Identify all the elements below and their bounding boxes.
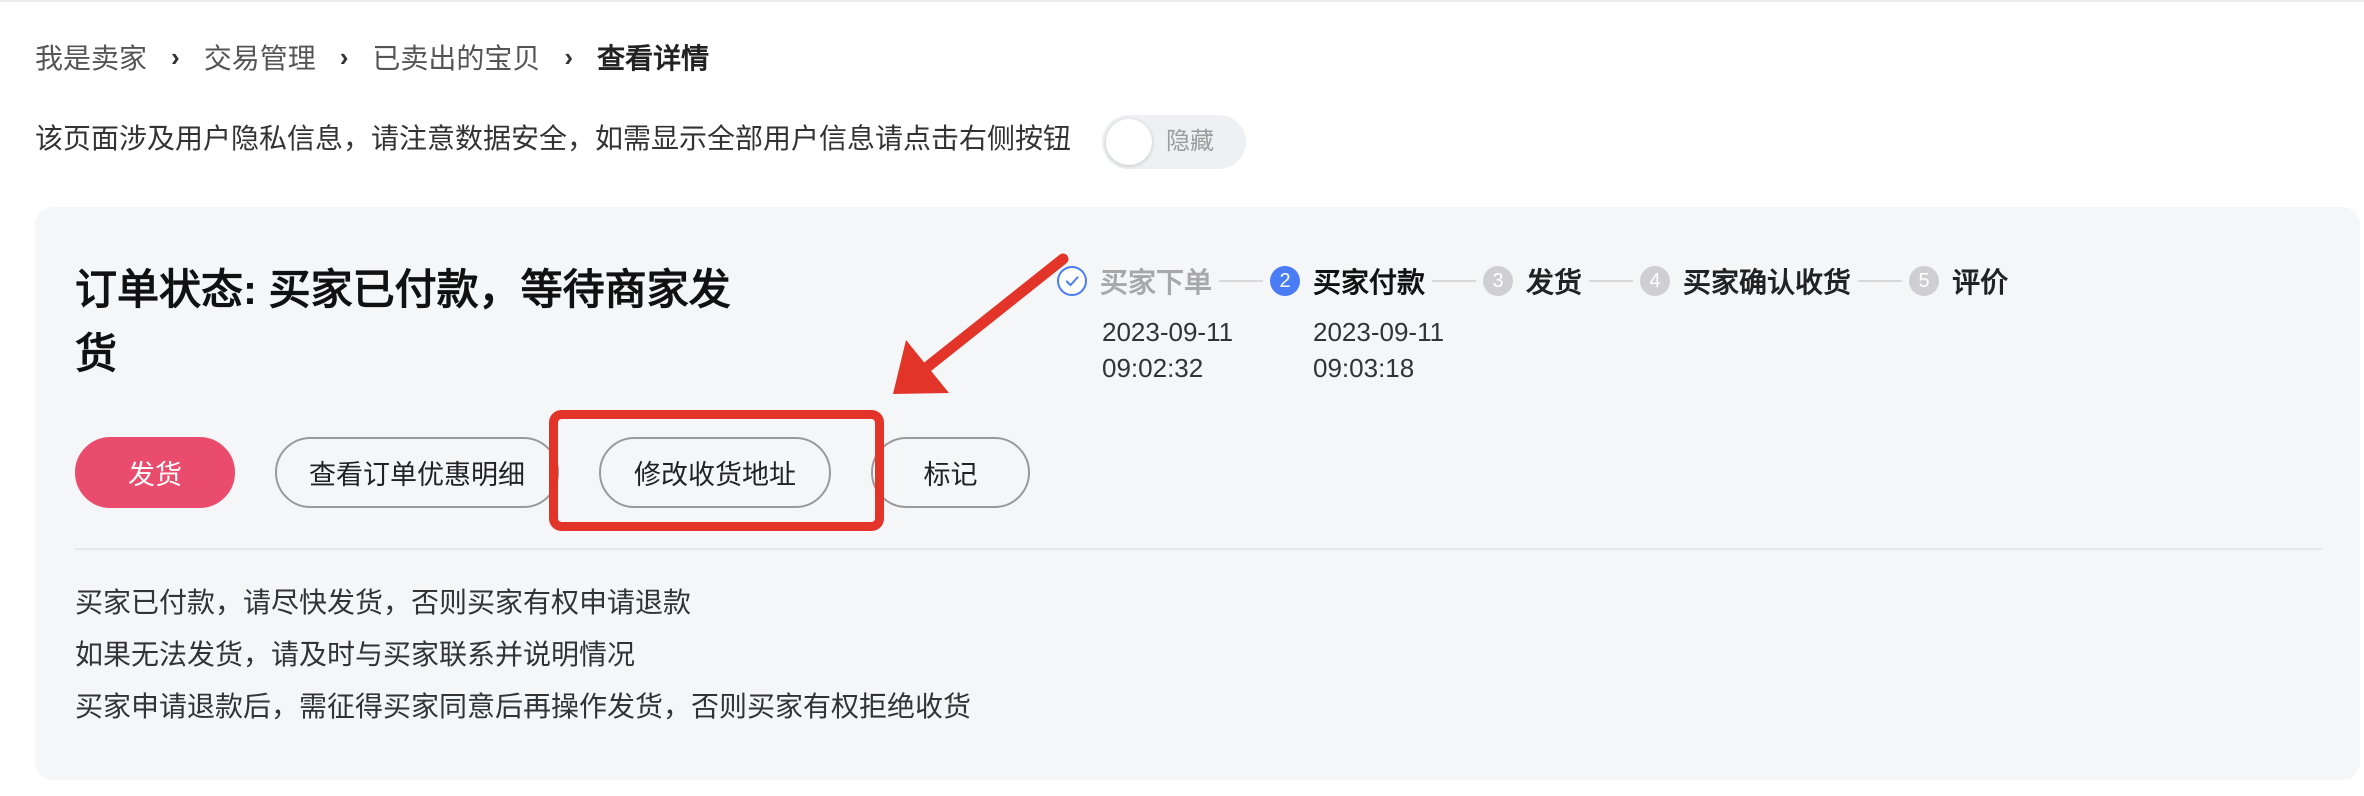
breadcrumb-item-trade-management[interactable]: 交易管理 [204, 37, 316, 77]
step-buyer-paid-timestamp: 2023-09-11 09:03:18 [1313, 314, 1444, 386]
divider [75, 548, 2322, 550]
step-date: 2023-09-11 [1102, 317, 1234, 347]
breadcrumb: 我是卖家 › 交易管理 › 已卖出的宝贝 › 查看详情 [35, 37, 709, 77]
view-discount-details-button[interactable]: 查看订单优惠明细 [275, 437, 559, 508]
step-number: 4 [1640, 266, 1671, 296]
note-line: 买家已付款，请尽快发货，否则买家有权申请退款 [75, 587, 692, 618]
breadcrumb-item-current: 查看详情 [597, 43, 710, 74]
privacy-toggle[interactable]: 隐藏 [1102, 115, 1246, 169]
step-time: 09:02:32 [1102, 353, 1204, 383]
top-border [0, 0, 2364, 2]
order-actions: 发货 查看订单优惠明细 修改收货地址 标记 [75, 437, 1030, 508]
note-line: 如果无法发货，请及时与买家联系并说明情况 [75, 639, 636, 670]
step-order-placed-timestamp: 2023-09-11 09:02:32 [1102, 314, 1233, 386]
seller-notes: 买家已付款，请尽快发货，否则买家有权申请退款 如果无法发货，请及时与买家联系并说… [75, 577, 971, 733]
edit-shipping-address-button[interactable]: 修改收货地址 [599, 437, 831, 508]
breadcrumb-item-seller[interactable]: 我是卖家 [35, 37, 147, 77]
order-status-title: 订单状态: 买家已付款，等待商家发货 [75, 266, 731, 377]
step-number: 5 [1909, 266, 1940, 296]
mark-button[interactable]: 标记 [871, 437, 1030, 508]
step-time: 09:03:18 [1313, 353, 1415, 383]
ship-button[interactable]: 发货 [75, 437, 235, 508]
step-buyer-confirm: 4 买家确认收货 [1640, 261, 1851, 301]
step-connector [1432, 280, 1477, 282]
breadcrumb-item-sold-items[interactable]: 已卖出的宝贝 [372, 37, 540, 77]
step-label: 买家确认收货 [1683, 267, 1852, 298]
order-card: 订单状态: 买家已付款，等待商家发货 买家下单 2 买家付款 3 发货 4 买家… [35, 207, 2360, 780]
step-order-placed: 买家下单 [1057, 261, 1212, 301]
step-label: 买家下单 [1100, 267, 1213, 298]
breadcrumb-separator: › [564, 41, 574, 72]
step-label: 评价 [1952, 267, 2009, 298]
step-date: 2023-09-11 [1313, 317, 1445, 347]
breadcrumb-separator: › [171, 41, 180, 72]
note-line: 买家申请退款后，需征得买家同意后再操作发货，否则买家有权拒绝收货 [75, 691, 972, 722]
privacy-notice: 该页面涉及用户隐私信息，请注意数据安全，如需显示全部用户信息请点击右侧按钮 [35, 123, 1072, 154]
step-label: 买家付款 [1313, 267, 1426, 298]
step-ship: 3 发货 [1483, 261, 1582, 301]
check-icon [1057, 266, 1087, 296]
toggle-knob [1106, 119, 1152, 165]
toggle-label: 隐藏 [1166, 128, 1214, 155]
breadcrumb-separator: › [339, 41, 349, 72]
step-label: 发货 [1526, 267, 1583, 298]
step-connector [1589, 280, 1634, 282]
step-number: 2 [1270, 266, 1301, 296]
step-connector [1219, 280, 1264, 282]
step-review: 5 评价 [1909, 261, 2008, 301]
step-connector [1858, 280, 1903, 282]
order-progress-steps: 买家下单 2 买家付款 3 发货 4 买家确认收货 5 评价 [1057, 261, 2008, 301]
step-buyer-paid: 2 买家付款 [1270, 261, 1425, 301]
step-number: 3 [1483, 266, 1514, 296]
